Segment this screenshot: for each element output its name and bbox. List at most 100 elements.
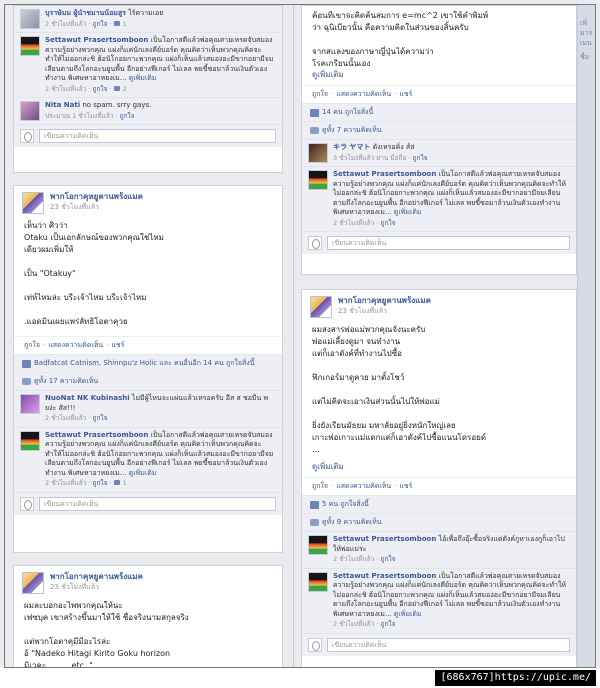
- comment-author[interactable]: NuoNat NK Kubinashi: [45, 394, 130, 402]
- see-more-link[interactable]: ดูเพิ่มเติม: [394, 208, 422, 216]
- post-actions: ถูกใจ · แสดงความคิดเห็น · แชร์: [302, 477, 576, 495]
- comment-time: 2 ชั่วโมงที่แล้ว: [333, 620, 375, 628]
- post-card: พากโอกาคุหยูคานพร้งแมค 23 ชั่วโมงที่แล้ว…: [301, 289, 577, 667]
- comment-time: ประมาณ 1 ชั่วโมงที่แล้ว: [45, 111, 114, 120]
- comment-action[interactable]: แสดงความคิดเห็น: [336, 90, 391, 98]
- comment-action[interactable]: แสดงความคิดเห็น: [48, 341, 103, 349]
- see-more-link[interactable]: ดูเพิ่มเติม: [312, 462, 344, 471]
- post-card-comments-left: บุราษัมม ผู้นำชมานน้อมสูร ไร้ความเอย 2 ช…: [13, 5, 283, 173]
- post-author[interactable]: พากโอกาคุหยูคานพร้งแมค: [338, 296, 431, 306]
- comment-author[interactable]: Settawut Prasertsomboon: [333, 572, 436, 580]
- avatar[interactable]: [20, 36, 40, 56]
- view-all-comments-link[interactable]: ดูทั้ง 17 ความคิดเห็น: [34, 376, 98, 387]
- comments-count-bar: ดูทั้ง 9 ความคิดเห็น: [302, 513, 576, 531]
- avatar[interactable]: [20, 394, 40, 414]
- see-more-link[interactable]: ดูเพิ่มเติม: [129, 74, 157, 82]
- comment-author[interactable]: Settawut Prasertsomboon: [333, 535, 436, 543]
- avatar[interactable]: [20, 9, 40, 29]
- post-body: เห็นว่า ศิวว่า Otaku เป็นเอกลักษณ์ของพวก…: [24, 221, 164, 326]
- view-all-comments-link[interactable]: ดูทั้ง 9 ความคิดเห็น: [322, 517, 382, 528]
- like-link[interactable]: ถูกใจ: [93, 20, 108, 28]
- comment-time: 2 ชั่วโมงที่แล้ว: [45, 414, 87, 422]
- like-link[interactable]: ถูกใจ: [381, 620, 396, 628]
- like-link[interactable]: ถูกใจ: [93, 85, 108, 93]
- likes-text[interactable]: 14 คน ถูกใจสิ่งนี้: [322, 107, 373, 118]
- post-card: พากโอกาคุหยูคานพร้งแมค 23 ชั่วโมงที่แล้ว…: [13, 185, 283, 553]
- comment-author[interactable]: บุราษัมม ผู้นำชมานน้อมสูร: [45, 9, 126, 17]
- like-link[interactable]: ถูกใจ: [120, 112, 135, 120]
- comment-author[interactable]: キラ ヤマト: [333, 143, 370, 151]
- user-avatar: [20, 496, 34, 511]
- likes-text[interactable]: Badfatcat Catnism, Shinnpu'z Holic และ ค…: [34, 358, 254, 369]
- like-icon: [113, 20, 120, 26]
- post-author[interactable]: พากโอกาคุหยูคานพร้งแมค: [50, 192, 143, 202]
- like-icon: [113, 85, 120, 91]
- post-actions: ถูกใจ · แสดงความคิดเห็น · แชร์: [14, 336, 282, 354]
- write-comment-row: เขียนความคิดเห็น: [14, 491, 282, 515]
- post-body: ผมสงสารพ่อแม่พวกคุณจังนะครับ พ่อแม่เลี้ย…: [312, 325, 487, 454]
- like-link[interactable]: ถูกใจ: [381, 219, 396, 227]
- comment-time: 2 ชั่วโมงที่แล้ว: [333, 555, 375, 563]
- comment-author[interactable]: Nita Nati: [45, 101, 80, 109]
- comment-time: 2 ชั่วโมงที่แล้ว: [45, 479, 87, 487]
- comment: キラ ヤマト ดังเหรอคิ่ง ส์ส 3 ชั่วโมงที่แล้ว …: [302, 139, 576, 166]
- post-time[interactable]: 23 ชั่วโมงที่แล้ว: [338, 306, 431, 316]
- avatar[interactable]: [20, 430, 40, 451]
- comment-author[interactable]: Settawut Prasertsomboon: [45, 36, 148, 44]
- user-avatar: [308, 637, 322, 652]
- comment: Settawut Prasertsomboon เป็นโอกาสดีแล้วพ…: [302, 166, 576, 231]
- post-time[interactable]: 23 ชั่วโมงที่แล้ว: [50, 202, 143, 212]
- like-link[interactable]: ถูกใจ: [93, 414, 108, 422]
- comment-text: ไร้ความเอย: [128, 9, 164, 17]
- like-action[interactable]: ถูกใจ: [312, 482, 328, 490]
- see-more-link[interactable]: ดูเพิ่มเติม: [394, 610, 422, 618]
- view-all-comments-link[interactable]: ดูทั้ง 7 ความคิดเห็น: [322, 125, 382, 136]
- write-comment-row: เขียนความคิดเห็น: [14, 124, 282, 147]
- comment-input[interactable]: เขียนความคิดเห็น: [39, 129, 276, 143]
- user-avatar: [308, 236, 322, 250]
- page-avatar[interactable]: [22, 572, 44, 594]
- avatar[interactable]: [308, 571, 328, 592]
- comments-count-bar: ดูทั้ง 7 ความคิดเห็น: [302, 121, 576, 139]
- page-avatar[interactable]: [22, 192, 44, 214]
- comment-input[interactable]: เขียนความคิดเห็น: [327, 637, 570, 652]
- share-action[interactable]: แชร์: [399, 90, 412, 98]
- post-author[interactable]: พากโอกาคุหยูคานพร้งแมค: [50, 572, 143, 582]
- post-time[interactable]: 23 ชั่วโมงที่แล้ว: [50, 582, 143, 592]
- see-more-link[interactable]: ดูเพิ่มเติม: [312, 70, 344, 79]
- sidebar-edge-text[interactable]: เมน: [580, 39, 592, 48]
- post-card: พากโอกาคุหยูคานพร้งแมค 23 ชั่วโมงที่แล้ว…: [13, 565, 283, 667]
- comment-like-count: 2: [122, 84, 127, 93]
- comment-input[interactable]: เขียนความคิดเห็น: [39, 496, 276, 511]
- comment-input[interactable]: เขียนความคิดเห็น: [327, 236, 570, 250]
- comment-author[interactable]: Settawut Prasertsomboon: [333, 170, 436, 178]
- comments-count-bar: ดูทั้ง 17 ความคิดเห็น: [14, 372, 282, 390]
- comment-author[interactable]: Settawut Prasertsomboon: [45, 431, 148, 439]
- post-body: ค้อนทีเขาจะคิดค้นสมการ e=mc^2 เขาใช้คำพิ…: [312, 11, 489, 68]
- avatar[interactable]: [308, 535, 328, 555]
- like-link[interactable]: ถูกใจ: [413, 154, 428, 162]
- sidebar-edge-text[interactable]: มาร: [580, 29, 592, 38]
- sidebar-edge-text[interactable]: เพิ่: [580, 19, 587, 28]
- like-action[interactable]: ถูกใจ: [312, 90, 328, 98]
- avatar[interactable]: [308, 170, 328, 190]
- comment: Settawut Prasertsomboon เป็นโอกาสดีแล้วพ…: [302, 567, 576, 633]
- like-action[interactable]: ถูกใจ: [24, 341, 40, 349]
- comment: Settawut Prasertsomboon ไอ้เพื่อถึงอุ๊ะซ…: [302, 531, 576, 568]
- like-link[interactable]: ถูกใจ: [381, 555, 396, 563]
- avatar[interactable]: [308, 143, 328, 163]
- comment-time: 2 ชั่วโมงที่แล้ว: [45, 84, 87, 93]
- comment-icon: [310, 519, 319, 526]
- page-avatar[interactable]: [310, 296, 332, 318]
- write-comment-row: เขียนความคิดเห็น: [302, 231, 576, 254]
- share-action[interactable]: แชร์: [111, 341, 124, 349]
- sidebar-edge-text[interactable]: ชื่อ: [580, 53, 589, 62]
- comment: NuoNat NK Kubinashi ไม่มีผู้ไหนจะแผ่นแล้…: [14, 390, 282, 427]
- see-more-link[interactable]: ดูเพิ่มเติม: [129, 469, 157, 477]
- share-action[interactable]: แชร์: [399, 482, 412, 490]
- avatar[interactable]: [20, 101, 40, 121]
- comment-action[interactable]: แสดงความคิดเห็น: [336, 482, 391, 490]
- like-link[interactable]: ถูกใจ: [93, 479, 108, 487]
- upload-watermark: [686x767]https://upic.me/: [435, 670, 596, 686]
- likes-text[interactable]: 5 คน ถูกใจสิ่งนี้: [322, 499, 369, 510]
